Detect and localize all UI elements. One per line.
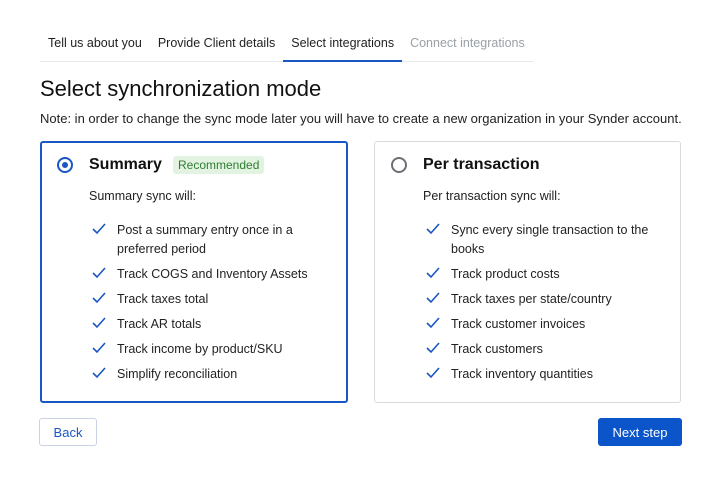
feature-text: Track AR totals — [117, 317, 202, 331]
checkmark-icon — [426, 342, 440, 354]
summary-option-card[interactable]: Summary Recommended Summary sync will: P… — [40, 141, 348, 403]
sync-mode-note: Note: in order to change the sync mode l… — [40, 111, 682, 126]
recommended-badge: Recommended — [173, 156, 265, 174]
checkmark-icon — [92, 317, 106, 329]
tab-tell-us-about-you[interactable]: Tell us about you — [40, 26, 150, 61]
checkmark-icon — [92, 342, 106, 354]
next-step-button[interactable]: Next step — [598, 418, 682, 446]
checkmark-icon — [92, 223, 106, 235]
page-title: Select synchronization mode — [40, 76, 322, 101]
checkmark-icon — [426, 317, 440, 329]
tab-provide-client-details[interactable]: Provide Client details — [150, 26, 283, 61]
feature-item: Track AR totals — [89, 315, 329, 334]
feature-item: Track product costs — [423, 265, 663, 284]
per-transaction-feature-list: Sync every single transaction to the boo… — [423, 221, 663, 390]
summary-subtitle: Summary sync will: — [89, 189, 196, 203]
feature-text: Track COGS and Inventory Assets — [117, 267, 308, 281]
feature-item: Simplify reconciliation — [89, 365, 329, 384]
feature-item: Track taxes per state/country — [423, 290, 663, 309]
summary-title: Summary — [89, 156, 162, 173]
per-transaction-radio[interactable] — [391, 157, 407, 173]
checkmark-icon — [92, 367, 106, 379]
checkmark-icon — [426, 367, 440, 379]
per-transaction-title: Per transaction — [423, 156, 540, 173]
summary-feature-list: Post a summary entry once in a preferred… — [89, 221, 329, 390]
feature-text: Track customers — [451, 342, 543, 356]
per-transaction-option-card[interactable]: Per transaction Per transaction sync wil… — [374, 141, 681, 403]
checkmark-icon — [426, 292, 440, 304]
feature-text: Track inventory quantities — [451, 367, 593, 381]
tab-connect-integrations: Connect integrations — [410, 36, 525, 50]
checkmark-icon — [426, 223, 440, 235]
back-button[interactable]: Back — [39, 418, 97, 446]
tab-select-integrations[interactable]: Select integrations — [283, 26, 402, 62]
feature-item: Track income by product/SKU — [89, 340, 329, 359]
feature-item: Track customers — [423, 340, 663, 359]
feature-text: Track taxes per state/country — [451, 292, 612, 306]
feature-item: Track taxes total — [89, 290, 329, 309]
feature-item: Post a summary entry once in a preferred… — [89, 221, 329, 259]
feature-text: Track customer invoices — [451, 317, 586, 331]
feature-text: Simplify reconciliation — [117, 367, 238, 381]
summary-radio[interactable] — [57, 157, 73, 173]
feature-item: Track customer invoices — [423, 315, 663, 334]
feature-item: Sync every single transaction to the boo… — [423, 221, 663, 259]
feature-text: Track taxes total — [117, 292, 209, 306]
per-transaction-subtitle: Per transaction sync will: — [423, 189, 561, 203]
checkmark-icon — [92, 267, 106, 279]
checkmark-icon — [92, 292, 106, 304]
checkmark-icon — [426, 267, 440, 279]
feature-text: Track income by product/SKU — [117, 342, 283, 356]
feature-text: Sync every single transaction to the boo… — [451, 223, 649, 256]
feature-item: Track COGS and Inventory Assets — [89, 265, 329, 284]
feature-item: Track inventory quantities — [423, 365, 663, 384]
feature-text: Track product costs — [451, 267, 560, 281]
feature-text: Post a summary entry once in a preferred… — [117, 223, 293, 256]
stepper-tabs: Tell us about you Provide Client details… — [40, 26, 533, 62]
